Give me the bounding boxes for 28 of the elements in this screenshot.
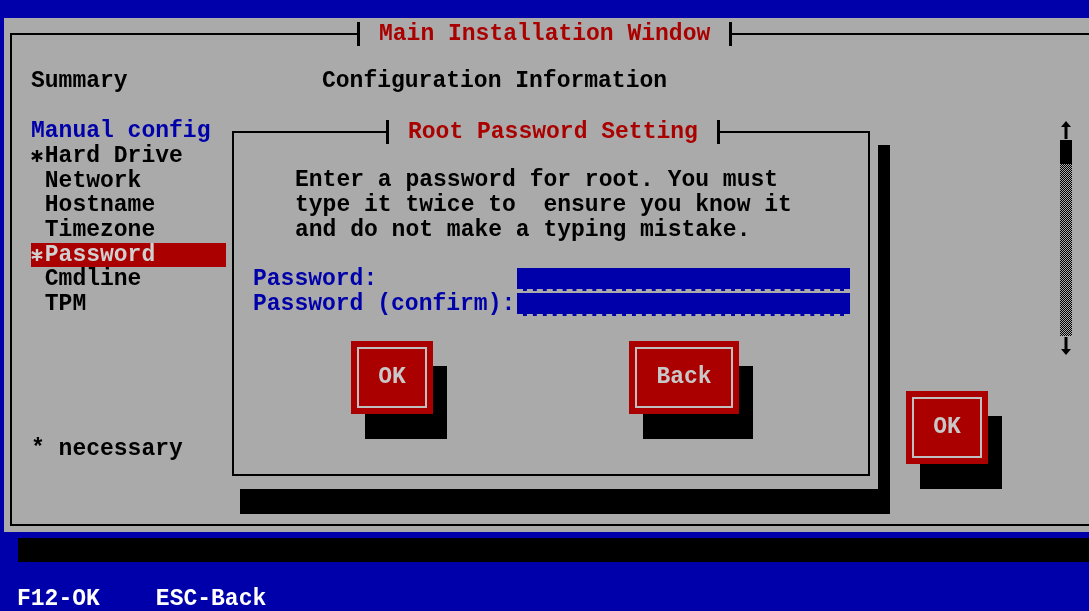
key-hint: F12-OK	[17, 587, 100, 611]
config-item[interactable]: Network	[31, 168, 226, 194]
arrow-down-icon	[1060, 336, 1072, 356]
section-heading: Manual config	[31, 119, 211, 144]
key-hint: ESC-Back	[155, 587, 267, 611]
password-field[interactable]	[517, 268, 850, 291]
dialog-title: Root Password Setting	[407, 119, 699, 145]
window-title: Main Installation Window	[378, 21, 712, 47]
config-item[interactable]: Hostname	[31, 193, 226, 219]
ok-button[interactable]: OK	[906, 391, 988, 464]
scrollbar-thumb[interactable]	[1060, 140, 1072, 164]
dialog-button[interactable]: OK	[351, 341, 433, 414]
field-label: Password:	[253, 267, 379, 292]
arrow-up-icon	[1060, 120, 1072, 140]
dialog-message: Enter a password for root. You must type it twice to ensure you know it and do not make a typing mistake.	[295, 168, 793, 243]
config-item[interactable]: Hard Drive	[31, 144, 226, 169]
field-label: Password (confirm):	[253, 292, 517, 317]
info-heading: Configuration Information	[322, 69, 669, 94]
asterisk-icon	[31, 150, 43, 163]
config-item[interactable]: Cmdline	[31, 267, 226, 293]
summary-title: Summary	[31, 69, 128, 94]
dialog-button[interactable]: Back	[629, 341, 739, 414]
config-item[interactable]: Timezone	[31, 218, 226, 243]
config-item[interactable]: TPM	[31, 292, 226, 317]
footnote: * necessary	[31, 436, 183, 462]
asterisk-icon	[31, 249, 43, 262]
config-item[interactable]: Password	[31, 242, 226, 268]
password-field[interactable]	[517, 293, 850, 316]
